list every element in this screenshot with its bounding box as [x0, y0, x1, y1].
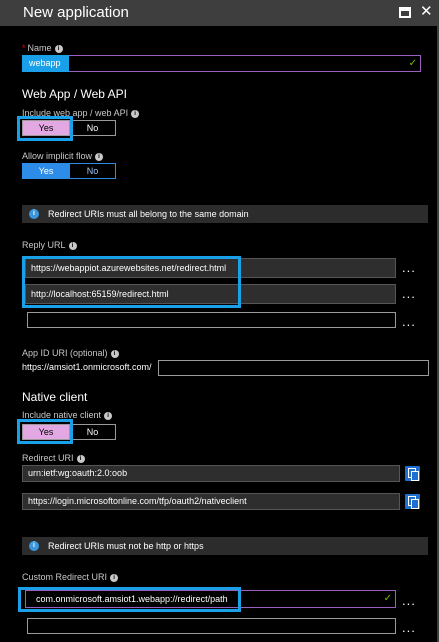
custom-redirect-value: com.onmicrosoft.amsiot1.webapp://redirec… [36, 594, 228, 604]
info-icon: i [95, 153, 104, 161]
copy-icon[interactable] [405, 466, 420, 481]
redirect-uri-label: Redirect URI i [22, 453, 85, 463]
info-icon: i [68, 242, 77, 250]
info-icon: i [110, 574, 119, 582]
custom-redirect-label: Custom Redirect URI i [22, 572, 119, 582]
custom-redirect-1-more-button[interactable]: ... [402, 594, 416, 607]
include-native-yes[interactable]: Yes [23, 425, 69, 439]
window-title: New application [23, 4, 129, 21]
redirect-uri-field-1[interactable]: urn:ietf:wg:oauth:2.0:oob [22, 465, 400, 482]
include-webapp-toggle[interactable]: Yes No [22, 120, 116, 136]
redirect-uri-field-2[interactable]: https://login.microsoftonline.com/tfp/oa… [22, 493, 400, 510]
custom-redirect-field-1[interactable]: com.onmicrosoft.amsiot1.webapp://redirec… [25, 590, 396, 608]
reply-url-3-more-button[interactable]: ... [402, 315, 416, 328]
info-icon: i [131, 110, 140, 118]
domain-banner-text: Redirect URIs must all belong to the sam… [48, 209, 249, 219]
info-icon: i [29, 541, 39, 551]
reply-url-2-more-button[interactable]: ... [402, 287, 416, 300]
info-icon: i [54, 45, 63, 53]
include-native-toggle[interactable]: Yes No [22, 424, 116, 440]
reply-url-field-3[interactable] [27, 312, 396, 328]
reply-url-1-more-button[interactable]: ... [402, 261, 416, 274]
app-id-uri-label: App ID URI (optional) i [22, 348, 119, 358]
include-native-label: Include native client i [22, 410, 113, 420]
info-icon: i [104, 412, 113, 420]
implicit-flow-yes[interactable]: Yes [23, 164, 69, 178]
custom-redirect-2-more-button[interactable]: ... [402, 621, 416, 634]
reply-url-field-2[interactable]: http://localhost:65159/redirect.html [25, 284, 396, 304]
include-webapp-label: Include web app / web API i [22, 108, 140, 118]
app-id-uri-input[interactable] [158, 360, 429, 376]
implicit-flow-label: Allow implicit flow i [22, 151, 104, 161]
native-section-heading: Native client [22, 390, 88, 404]
include-webapp-yes[interactable]: Yes [23, 121, 69, 135]
http-banner-text: Redirect URIs must not be http or https [48, 541, 204, 551]
reply-url-field-1[interactable]: https://webappiot.azurewebsites.net/redi… [25, 258, 396, 278]
checkmark-icon: ✓ [383, 593, 392, 604]
include-webapp-no[interactable]: No [69, 121, 115, 135]
maximize-icon[interactable] [399, 7, 411, 18]
include-native-no[interactable]: No [69, 425, 115, 439]
copy-icon[interactable] [405, 494, 420, 509]
info-icon: i [29, 209, 39, 219]
close-icon[interactable]: ✕ [420, 4, 434, 19]
app-id-uri-prefix: https://amsiot1.onmicrosoft.com/ [22, 362, 152, 372]
name-input[interactable]: ✓ [22, 55, 421, 72]
title-bar: New application ✕ [0, 0, 439, 26]
implicit-flow-toggle[interactable]: Yes No [22, 163, 116, 179]
webapp-section-heading: Web App / Web API [22, 87, 127, 101]
name-label: * Name i [22, 43, 63, 53]
info-icon: i [110, 350, 119, 358]
checkmark-icon: ✓ [408, 58, 417, 69]
http-info-banner: i Redirect URIs must not be http or http… [22, 537, 428, 555]
implicit-flow-no[interactable]: No [69, 164, 115, 178]
info-icon: i [76, 455, 85, 463]
custom-redirect-field-2[interactable] [27, 618, 396, 634]
reply-url-label: Reply URL i [22, 240, 77, 250]
domain-info-banner: i Redirect URIs must all belong to the s… [22, 205, 428, 223]
name-value: webapp [29, 58, 61, 68]
